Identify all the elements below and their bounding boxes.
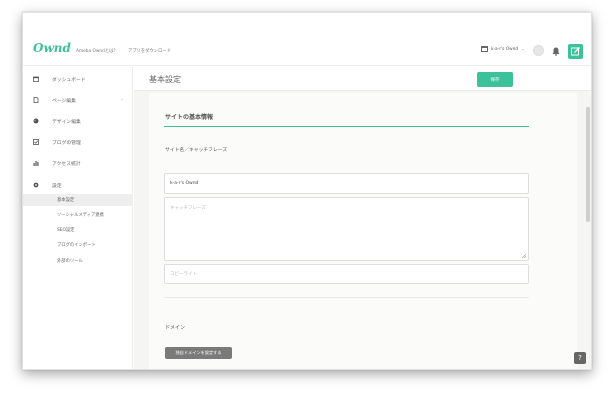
bar-chart-icon bbox=[33, 160, 39, 166]
title-bar: 基本設定 保存 bbox=[134, 67, 591, 91]
palette-icon bbox=[33, 118, 39, 124]
nav-app-download-link[interactable]: アプリをダウンロード bbox=[128, 48, 171, 54]
copyright-input[interactable]: コピーライト bbox=[164, 264, 529, 284]
chevron-down-icon: ⌄ bbox=[521, 46, 525, 52]
browser-window-icon bbox=[481, 46, 488, 52]
new-post-button[interactable] bbox=[568, 44, 583, 59]
help-button[interactable]: ? bbox=[574, 352, 586, 364]
sidebar-subitem-basic-settings[interactable]: 基本設定 bbox=[23, 194, 133, 206]
resize-handle-icon[interactable] bbox=[522, 254, 526, 258]
scrollbar[interactable] bbox=[586, 107, 590, 222]
app-window: Ownd Ameba Owndとは？ アプリをダウンロード k-a-r's Ow… bbox=[22, 12, 592, 370]
sidebar-subitem-label: 外部のツール bbox=[57, 259, 83, 264]
sidebar-item-label: アクセス統計 bbox=[52, 161, 81, 167]
calendar-icon bbox=[33, 76, 39, 82]
catchphrase-placeholder: キャッチフレーズ bbox=[170, 206, 206, 211]
sidebar-item-blog-manage[interactable]: ブログの管理 bbox=[23, 136, 133, 148]
sidebar-subitem-label: SEO設定 bbox=[57, 228, 75, 233]
sidebar-item-label: デザイン編集 bbox=[52, 119, 81, 125]
sidebar-item-settings[interactable]: 設定 bbox=[23, 179, 133, 191]
page-icon bbox=[33, 97, 39, 103]
sidebar-item-dashboard[interactable]: ダッシュボード bbox=[23, 73, 133, 85]
sidebar-subitem-label: 基本設定 bbox=[57, 198, 75, 203]
sidebar-subitem-external-tools[interactable]: 外部のツール bbox=[23, 255, 133, 267]
sidebar-item-label: 設定 bbox=[52, 183, 62, 189]
domain-label: ドメイン bbox=[165, 325, 186, 331]
check-icon bbox=[33, 139, 39, 145]
copyright-placeholder: コピーライト bbox=[170, 272, 197, 277]
pencil-icon bbox=[571, 47, 580, 56]
main-content: 基本設定 保存 サイトの基本情報 サイト名／キャッチフレーズ k-a-r's O… bbox=[134, 67, 591, 369]
sidebar-item-label: ページ編集 bbox=[52, 98, 76, 104]
section-heading: サイトの基本情報 bbox=[165, 114, 214, 121]
sidebar: ダッシュボード ページ編集 › デザイン編集 ブログの管理 アクセス統計 設定 … bbox=[23, 67, 133, 369]
gear-icon bbox=[33, 182, 39, 188]
divider bbox=[164, 297, 529, 298]
bell-icon[interactable] bbox=[552, 47, 560, 56]
top-bar: Ownd Ameba Owndとは？ アプリをダウンロード k-a-r's Ow… bbox=[23, 13, 591, 66]
sidebar-subitem-label: ソーシャルメディア連携 bbox=[57, 213, 104, 218]
custom-domain-button[interactable]: 独自ドメインを設定する bbox=[165, 347, 232, 359]
sidebar-item-design-edit[interactable]: デザイン編集 bbox=[23, 115, 133, 127]
ownd-logo[interactable]: Ownd bbox=[33, 41, 71, 55]
site-name-input[interactable]: k-a-r's Ownd bbox=[164, 173, 529, 194]
sidebar-item-access-stats[interactable]: アクセス統計 bbox=[23, 157, 133, 169]
sidebar-subitem-social-media[interactable]: ソーシャルメディア連携 bbox=[23, 209, 133, 221]
avatar[interactable] bbox=[533, 45, 544, 56]
save-button[interactable]: 保存 bbox=[477, 72, 513, 87]
sidebar-item-label: ブログの管理 bbox=[52, 140, 81, 146]
sidebar-subitem-seo[interactable]: SEO設定 bbox=[23, 224, 133, 236]
section-divider bbox=[164, 126, 529, 127]
chevron-right-icon: › bbox=[121, 97, 123, 103]
settings-form: サイトの基本情報 サイト名／キャッチフレーズ k-a-r's Ownd キャッチ… bbox=[149, 93, 577, 369]
nav-about-link[interactable]: Ameba Owndとは？ bbox=[76, 48, 118, 54]
sidebar-subitem-blog-import[interactable]: ブログのインポート bbox=[23, 239, 133, 251]
sidebar-item-page-edit[interactable]: ページ編集 › bbox=[23, 94, 133, 106]
page-title: 基本設定 bbox=[149, 75, 181, 84]
catchphrase-textarea[interactable]: キャッチフレーズ bbox=[164, 197, 529, 261]
blog-selector[interactable]: k-a-r's Ownd ⌄ bbox=[481, 46, 525, 52]
sidebar-subitem-label: ブログのインポート bbox=[57, 243, 96, 248]
sidebar-item-label: ダッシュボード bbox=[52, 77, 86, 83]
blog-selector-label: k-a-r's Ownd bbox=[491, 46, 519, 52]
field-label: サイト名／キャッチフレーズ bbox=[165, 148, 228, 153]
